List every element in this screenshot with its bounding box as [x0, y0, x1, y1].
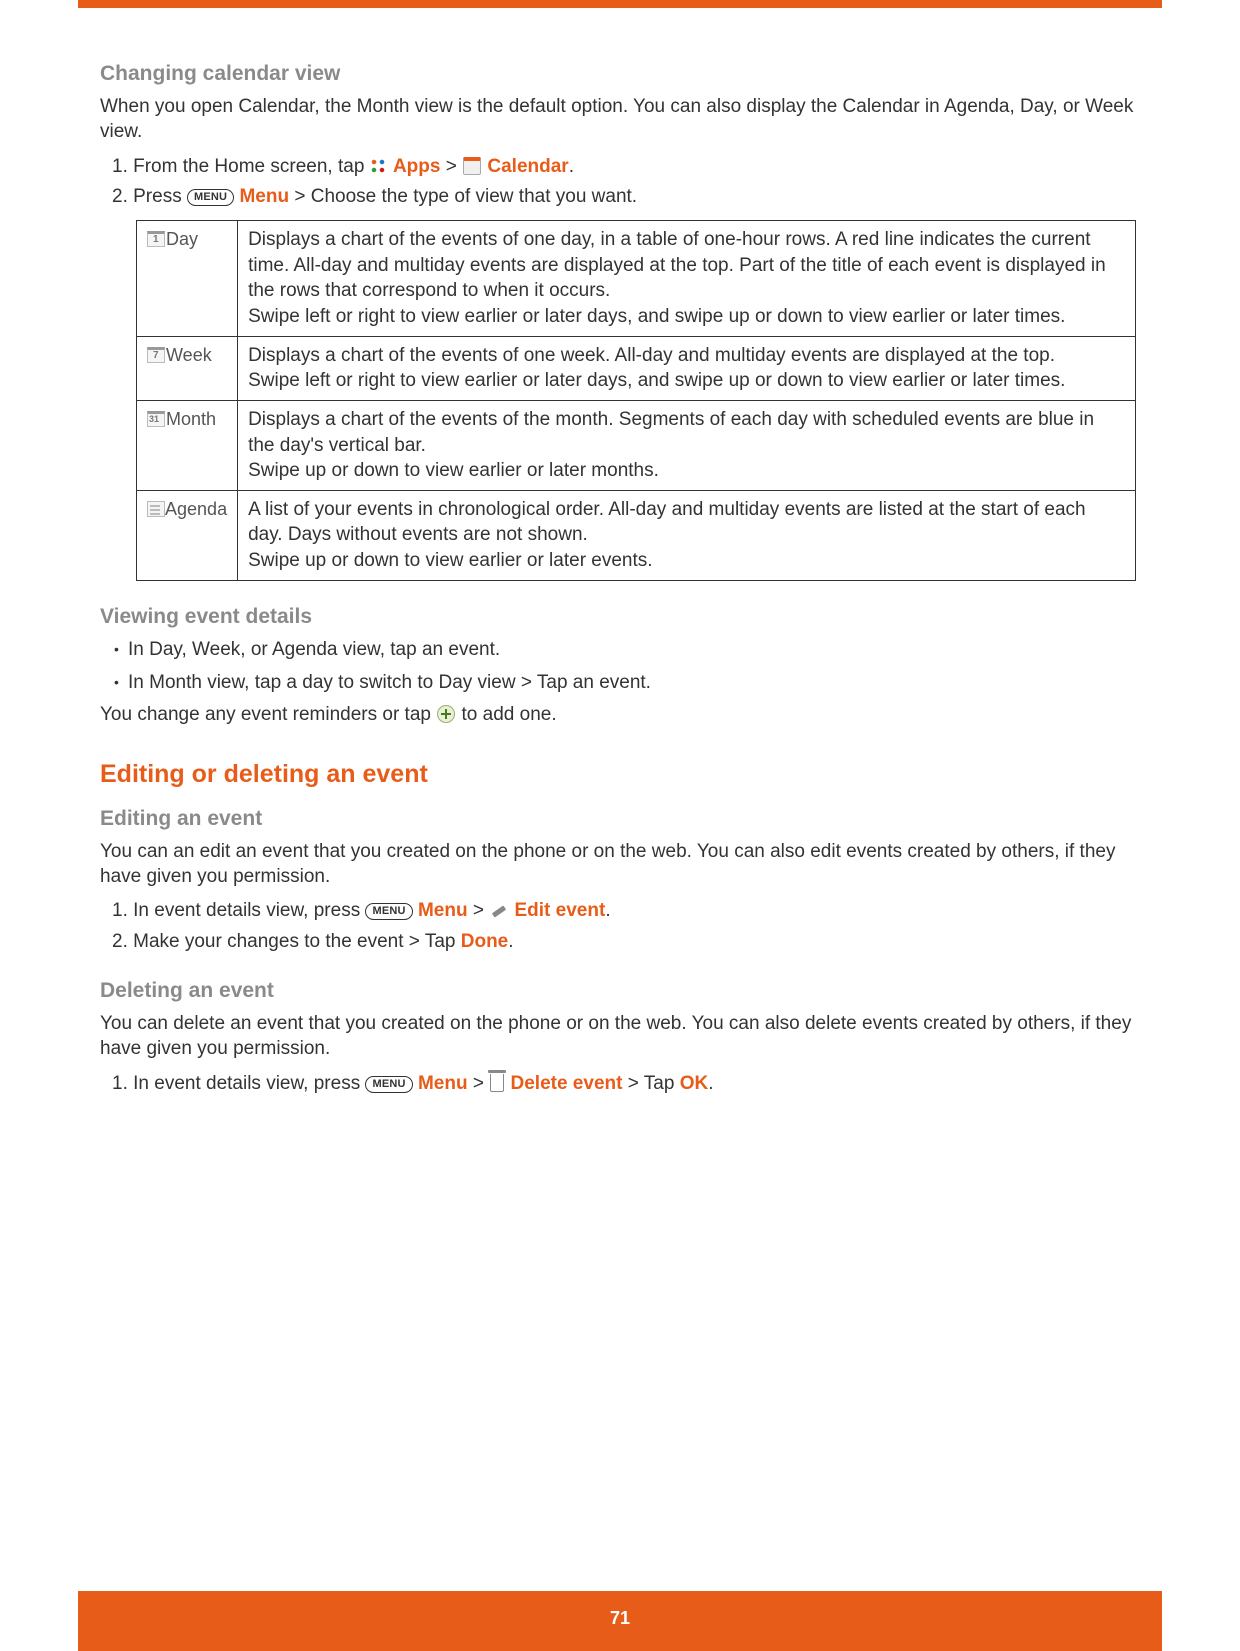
- step2-prefix: 2. Press: [112, 186, 187, 207]
- viewing-details-list: In Day, Week, or Agenda view, tap an eve…: [128, 638, 1142, 695]
- step1-suffix: .: [605, 900, 610, 921]
- menu-label: Menu: [239, 186, 289, 207]
- view-cell-agenda: Agenda: [137, 490, 238, 580]
- view-desc: Displays a chart of the events of one we…: [238, 336, 1136, 400]
- done-label: Done: [461, 931, 509, 952]
- edit-event-label: Edit event: [515, 900, 606, 921]
- week-view-icon: [147, 347, 165, 363]
- pencil-icon: [490, 901, 508, 919]
- view-label: Day: [166, 229, 198, 249]
- table-row: Week Displays a chart of the events of o…: [137, 336, 1136, 400]
- page-content: Changing calendar view When you open Cal…: [100, 38, 1142, 1105]
- reminders-prefix: You change any event reminders or tap: [100, 704, 436, 725]
- delete-event-label: Delete event: [511, 1073, 628, 1094]
- heading-deleting: Deleting an event: [100, 977, 1142, 1004]
- changing-view-steps: 1. From the Home screen, tap Apps > Cale…: [112, 155, 1142, 210]
- step1-prefix: 1. In event details view, press: [112, 1073, 365, 1094]
- step-2: 2. Make your changes to the event > Tap …: [112, 930, 1142, 955]
- step-1: 1. In event details view, press MENU Men…: [112, 1071, 1142, 1097]
- add-icon: [437, 705, 455, 723]
- step1-suffix: .: [708, 1073, 713, 1094]
- menu-key-icon: MENU: [365, 903, 412, 920]
- gt1: >: [446, 156, 462, 177]
- step1-prefix: 1. From the Home screen, tap: [112, 156, 370, 177]
- tap-prefix: > Tap: [628, 1073, 680, 1094]
- deleting-intro: You can delete an event that you created…: [100, 1012, 1142, 1061]
- view-cell-week: Week: [137, 336, 238, 400]
- reminders-suffix: to add one.: [462, 704, 557, 725]
- page-footer: 71: [78, 1591, 1162, 1651]
- step-2: 2. Press MENU Menu > Choose the type of …: [112, 185, 1142, 210]
- menu-key-icon: MENU: [365, 1076, 412, 1093]
- trash-icon: [490, 1074, 504, 1092]
- heading-editing: Editing an event: [100, 805, 1142, 832]
- apps-icon: [371, 159, 387, 175]
- step-1: 1. From the Home screen, tap Apps > Cale…: [112, 155, 1142, 180]
- step-1: 1. In event details view, press MENU Men…: [112, 899, 1142, 924]
- heading-viewing-details: Viewing event details: [100, 603, 1142, 630]
- gt1: >: [473, 1073, 489, 1094]
- step2-prefix: 2. Make your changes to the event > Tap: [112, 931, 461, 952]
- step1-prefix: 1. In event details view, press: [112, 900, 365, 921]
- table-row: Agenda A list of your events in chronolo…: [137, 490, 1136, 580]
- list-item: In Month view, tap a day to switch to Da…: [128, 671, 1142, 696]
- changing-view-intro: When you open Calendar, the Month view i…: [100, 95, 1142, 144]
- step2-suffix: .: [508, 931, 513, 952]
- view-label: Agenda: [165, 499, 227, 519]
- deleting-steps: 1. In event details view, press MENU Men…: [112, 1071, 1142, 1097]
- table-row: Day Displays a chart of the events of on…: [137, 221, 1136, 337]
- ok-label: OK: [680, 1073, 709, 1094]
- day-view-icon: [147, 231, 165, 247]
- step2-suffix: > Choose the type of view that you want.: [289, 186, 637, 207]
- menu-label: Menu: [418, 1073, 468, 1094]
- view-desc: A list of your events in chronological o…: [238, 490, 1136, 580]
- heading-changing-view: Changing calendar view: [100, 60, 1142, 87]
- table-row: Month Displays a chart of the events of …: [137, 400, 1136, 490]
- menu-key-icon: MENU: [187, 189, 234, 206]
- apps-label: Apps: [393, 156, 441, 177]
- gt1: >: [473, 900, 489, 921]
- header-accent-bar: [78, 0, 1162, 8]
- reminders-note: You change any event reminders or tap to…: [100, 703, 1142, 728]
- editing-steps: 1. In event details view, press MENU Men…: [112, 899, 1142, 954]
- view-label: Week: [166, 345, 212, 365]
- list-item: In Day, Week, or Agenda view, tap an eve…: [128, 638, 1142, 663]
- calendar-label: Calendar: [487, 156, 568, 177]
- step1-suffix: .: [569, 156, 574, 177]
- menu-label: Menu: [418, 900, 468, 921]
- view-cell-month: Month: [137, 400, 238, 490]
- calendar-icon: [463, 157, 481, 175]
- view-label: Month: [166, 409, 216, 429]
- month-view-icon: [147, 411, 165, 427]
- view-desc: Displays a chart of the events of the mo…: [238, 400, 1136, 490]
- views-table: Day Displays a chart of the events of on…: [136, 220, 1136, 581]
- agenda-view-icon: [147, 501, 165, 517]
- heading-editing-deleting: Editing or deleting an event: [100, 758, 1142, 791]
- page-number: 71: [610, 1608, 630, 1628]
- editing-intro: You can an edit an event that you create…: [100, 840, 1142, 889]
- view-cell-day: Day: [137, 221, 238, 337]
- view-desc: Displays a chart of the events of one da…: [238, 221, 1136, 337]
